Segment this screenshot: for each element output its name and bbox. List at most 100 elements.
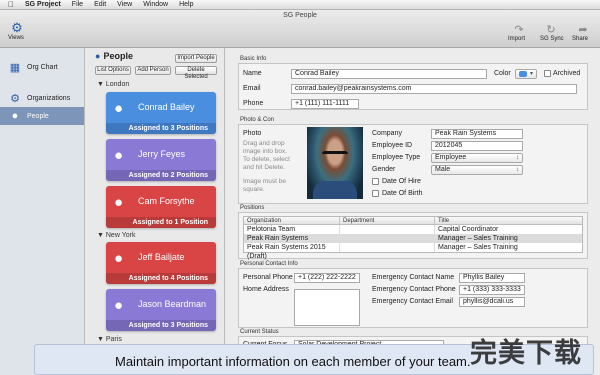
group-paris[interactable]: ▼ Paris [97,336,122,343]
photo-detail [322,151,348,157]
menu-edit[interactable]: Edit [94,1,106,8]
chevron-down-icon: ▾ [529,71,533,77]
date-of-birth-checkbox[interactable] [372,190,379,197]
person-card-assignments: Assigned to 1 Position [106,217,216,228]
person-card[interactable]: ● Cam Forsythe Assigned to 1 Position [106,186,216,228]
share-button[interactable]: ➦ Share [572,24,594,42]
table-row[interactable]: Peak Rain Systems Manager – Sales Traini… [244,234,582,243]
basic-info-panel: Name Conrad Bailey Color ▾ Archived Emai… [238,63,588,110]
person-card-assignments: Assigned to 3 Positions [106,320,216,331]
gear-icon: ⚙ [10,92,20,105]
color-picker[interactable]: ▾ [515,69,537,79]
archived-checkbox[interactable] [544,70,551,77]
home-address-field[interactable] [294,289,360,326]
table-row[interactable]: Pelotonia Team Capital Coordinator [244,225,582,234]
menu-window[interactable]: Window [143,1,168,8]
window-title: SG People [283,12,317,19]
person-card-name: Jeff Bailjate [138,252,185,262]
personal-contact-section-label: Personal Contact Info [240,261,298,267]
sidebar-item-organizations[interactable]: ⚙ Organizations [0,89,84,107]
emergency-contact-email-field[interactable]: phyllis@dcali.us [459,297,525,307]
positions-table-header: Organization Department Title [244,217,582,225]
person-silhouette-icon: ● [114,100,124,117]
person-detail-panel: Basic Info Name Conrad Bailey Color ▾ Ar… [226,48,600,375]
org-chart-icon: ▦ [9,61,21,74]
photo-company-section-label: Photo & Con [240,117,275,123]
import-people-button[interactable]: Import People [175,54,217,63]
person-card[interactable]: ● Jason Beardman Assigned to 3 Positions [106,289,216,331]
email-field[interactable]: conrad.bailey@peakrainsystems.com [291,84,577,94]
person-silhouette-icon: ● [114,147,124,164]
views-label: Views [8,35,24,41]
table-cell: Pelotonia Team [247,226,296,233]
person-card-name: Conrad Bailey [138,102,195,112]
column-header[interactable]: Department [339,217,434,224]
home-address-label: Home Address [243,286,289,293]
apple-menu-icon[interactable]:  [8,0,14,9]
table-cell [339,243,434,252]
chevron-updown-icon: ↕ [516,167,519,173]
person-card[interactable]: ● Jeff Bailjate Assigned to 4 Positions [106,242,216,284]
photo-hint-line: and hit Delete. [243,164,285,171]
sidebar-item-people[interactable]: ● People [0,107,84,125]
emergency-contact-phone-label: Emergency Contact Phone [372,286,456,293]
person-card[interactable]: ● Jerry Feyes Assigned to 2 Positions [106,139,216,181]
sidebar-item-label: Org Chart [27,63,58,71]
group-label: London [105,81,130,88]
sidebar: ▦ Org Chart ⚙ Organizations ● People [0,48,85,375]
import-button[interactable]: ↷ Import [508,24,530,42]
archived-label: Archived [553,70,581,77]
employee-type-select[interactable]: Employee ↕ [431,153,523,163]
photo-hint-line: image into box. [243,148,288,155]
table-cell: Peak Rain Systems 2015 (Draft) [247,244,326,260]
emergency-contact-name-field[interactable]: Phyllis Bailey [459,273,525,283]
menu-view[interactable]: View [117,1,132,8]
gender-select[interactable]: Male ↕ [431,165,523,175]
gender-value: Male [435,166,451,173]
photo-company-panel: Photo Drag and drop image into box. To d… [238,124,588,204]
color-swatch [519,71,527,77]
person-photo[interactable] [307,127,363,199]
person-card-assignments: Assigned to 4 Positions [106,273,216,284]
menu-app-name[interactable]: SG Project [25,1,61,8]
views-button[interactable]: ⚙ Views [8,21,26,42]
current-status-section-label: Current Status [240,329,279,335]
employee-id-field[interactable]: 2012045 [431,141,523,151]
table-row[interactable]: Peak Rain Systems 2015 (Draft) Manager –… [244,243,582,260]
menu-bar:  SG Project File Edit View Window Help [0,0,600,10]
list-options-button[interactable]: List Options [95,66,131,75]
personal-phone-field[interactable]: +1 (222) 222-2222 [294,273,360,283]
photo-label: Photo [243,130,262,137]
emergency-contact-phone-field[interactable]: +1 (333) 333-3333 [459,285,525,295]
group-label: New York [105,232,136,239]
people-list-title: People [103,51,133,61]
gender-label: Gender [372,166,396,173]
name-field[interactable]: Conrad Bailey [291,69,487,79]
positions-table: Organization Department Title Pelotonia … [243,216,583,260]
share-icon: ➦ [578,24,588,36]
person-silhouette-icon: ● [114,194,124,211]
group-london[interactable]: ▼ London [97,81,129,88]
column-header[interactable]: Title [434,217,582,224]
menu-help[interactable]: Help [179,1,193,8]
photo-detail [313,181,357,199]
group-new-york[interactable]: ▼ New York [97,232,135,239]
menu-file[interactable]: File [72,1,83,8]
toolbar-right-group: ↷ Import ↻ SG Sync ➦ Share [508,24,594,42]
date-of-hire-checkbox[interactable] [372,178,379,185]
personal-contact-panel: Personal Phone +1 (222) 222-2222 Home Ad… [238,268,588,328]
import-icon: ↷ [514,24,524,36]
chevron-updown-icon: ↕ [516,155,519,161]
delete-selected-button[interactable]: Delete Selected [175,66,217,80]
company-field[interactable]: Peak Rain Systems [431,129,523,139]
table-cell: Capital Coordinator [434,225,582,234]
add-person-button[interactable]: Add Person [135,66,171,75]
window-toolbar: SG People ⚙ Views ↷ Import ↻ SG Sync ➦ S… [0,10,600,48]
column-header[interactable]: Organization [244,217,339,224]
sg-sync-button[interactable]: ↻ SG Sync [540,24,564,42]
person-card[interactable]: ● Conrad Bailey Assigned to 3 Positions [106,92,216,134]
date-of-hire-label: Date Of Hire [382,178,421,185]
phone-field[interactable]: +1 (111) 111-1111 [291,99,359,109]
phone-label: Phone [243,100,264,107]
sidebar-item-org-chart[interactable]: ▦ Org Chart [0,58,84,76]
